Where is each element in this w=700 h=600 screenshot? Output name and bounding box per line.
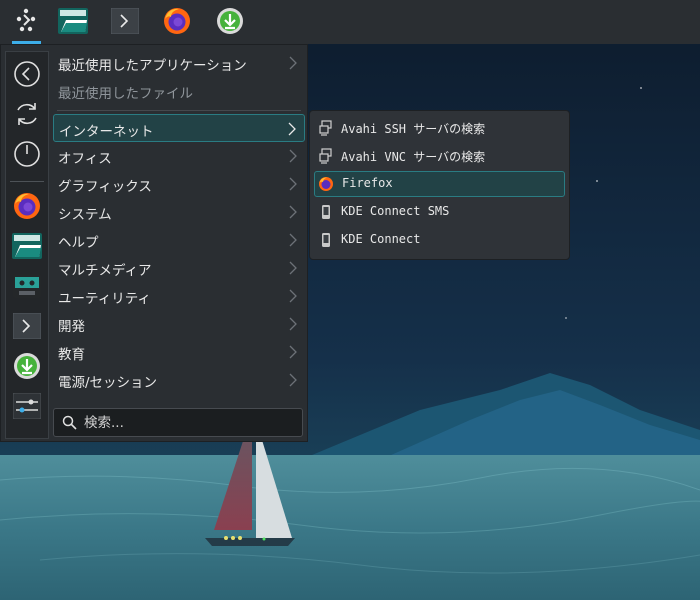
category-system[interactable]: システム [53, 198, 305, 226]
category-multimedia[interactable]: マルチメディア [53, 254, 305, 282]
category-label: グラフィックス [58, 179, 152, 195]
restart-icon [17, 103, 37, 125]
chevron-right-icon [289, 233, 297, 247]
updater-button[interactable] [211, 2, 249, 40]
network-icon [319, 148, 332, 164]
category-label: マルチメディア [58, 263, 152, 279]
power-icon [14, 141, 40, 167]
firefox-icon [319, 177, 333, 191]
avahi-ssh-item[interactable]: Avahi SSH サーバの検索 [314, 115, 565, 141]
chevron-right-icon [289, 205, 297, 219]
favorite-settings[interactable] [10, 389, 44, 423]
search-input[interactable] [82, 412, 296, 434]
submenu-item-label: Avahi VNC サーバの検索 [341, 150, 486, 164]
category-power-session[interactable]: 電源/セッション [53, 366, 305, 394]
chevron-right-icon [288, 122, 296, 136]
category-label: 開発 [58, 319, 85, 335]
back-button[interactable] [10, 57, 44, 91]
category-label: ユーティリティ [58, 291, 151, 307]
network-icon [319, 120, 332, 136]
category-label: オフィス [58, 151, 112, 167]
chevron-right-icon [289, 149, 297, 163]
submenu-item-label: Avahi SSH サーバの検索 [341, 122, 486, 136]
firefox-icon [164, 8, 190, 34]
firefox-button[interactable] [158, 2, 196, 40]
download-icon [217, 8, 243, 34]
category-help[interactable]: ヘルプ [53, 226, 305, 254]
terminal-button[interactable] [106, 2, 144, 40]
firefox-item[interactable]: Firefox [314, 171, 565, 197]
category-education[interactable]: 教育 [53, 338, 305, 366]
favorite-firefox[interactable] [10, 189, 44, 223]
favorite-file-manager[interactable] [10, 229, 44, 263]
category-label: 電源/セッション [58, 375, 158, 391]
file-manager-button[interactable] [54, 2, 92, 40]
recent-files[interactable]: 最近使用したファイル [53, 77, 305, 105]
category-internet[interactable]: インターネット [53, 114, 305, 142]
favorites-separator [10, 181, 44, 182]
folder-icon [12, 233, 42, 259]
terminal-icon [13, 313, 41, 339]
search-field[interactable] [53, 408, 303, 437]
internet-submenu: Avahi SSH サーバの検索 Avahi VNC サーバの検索 Firefo… [309, 110, 570, 260]
favorite-updater[interactable] [10, 349, 44, 383]
submenu-item-label: Firefox [342, 176, 393, 190]
settings-icon [13, 393, 41, 419]
menu-separator [57, 110, 301, 111]
favorite-cassette[interactable] [10, 269, 44, 303]
category-utilities[interactable]: ユーティリティ [53, 282, 305, 310]
recent-files-label: 最近使用したファイル [58, 86, 193, 102]
cassette-icon [13, 274, 41, 298]
kde-connect-item[interactable]: KDE Connect [314, 227, 565, 253]
chevron-right-icon [289, 177, 297, 191]
phone-icon [322, 233, 330, 247]
recent-applications[interactable]: 最近使用したアプリケーション [53, 49, 305, 77]
application-launcher-button[interactable] [7, 2, 45, 40]
favorite-terminal[interactable] [10, 309, 44, 343]
restart-button[interactable] [10, 97, 44, 131]
search-icon [62, 415, 77, 430]
application-launcher-menu: 最近使用したアプリケーション 最近使用したファイル インターネット オフィス グ… [0, 44, 308, 442]
category-office[interactable]: オフィス [53, 142, 305, 170]
firefox-icon [14, 193, 40, 219]
power-button[interactable] [10, 137, 44, 171]
kde-launcher-icon [16, 8, 36, 32]
chevron-right-icon [289, 56, 297, 70]
chevron-right-icon [289, 261, 297, 275]
phone-icon [322, 205, 330, 219]
kde-connect-sms-item[interactable]: KDE Connect SMS [314, 199, 565, 225]
category-label: システム [58, 207, 112, 223]
top-panel [0, 0, 700, 44]
recent-applications-label: 最近使用したアプリケーション [58, 58, 247, 74]
favorites-sidebar [5, 51, 49, 439]
chevron-right-icon [289, 289, 297, 303]
chevron-right-icon [289, 317, 297, 331]
back-icon [14, 61, 40, 87]
submenu-item-label: KDE Connect SMS [341, 204, 450, 218]
chevron-right-icon [289, 345, 297, 359]
download-icon [14, 353, 40, 379]
chevron-right-icon [289, 373, 297, 387]
category-label: インターネット [59, 124, 154, 140]
category-label: 教育 [58, 347, 85, 363]
category-graphics[interactable]: グラフィックス [53, 170, 305, 198]
folder-icon [58, 8, 88, 34]
submenu-item-label: KDE Connect [341, 232, 421, 246]
category-development[interactable]: 開発 [53, 310, 305, 338]
category-label: ヘルプ [58, 235, 99, 251]
avahi-vnc-item[interactable]: Avahi VNC サーバの検索 [314, 143, 565, 169]
terminal-icon [111, 8, 139, 34]
